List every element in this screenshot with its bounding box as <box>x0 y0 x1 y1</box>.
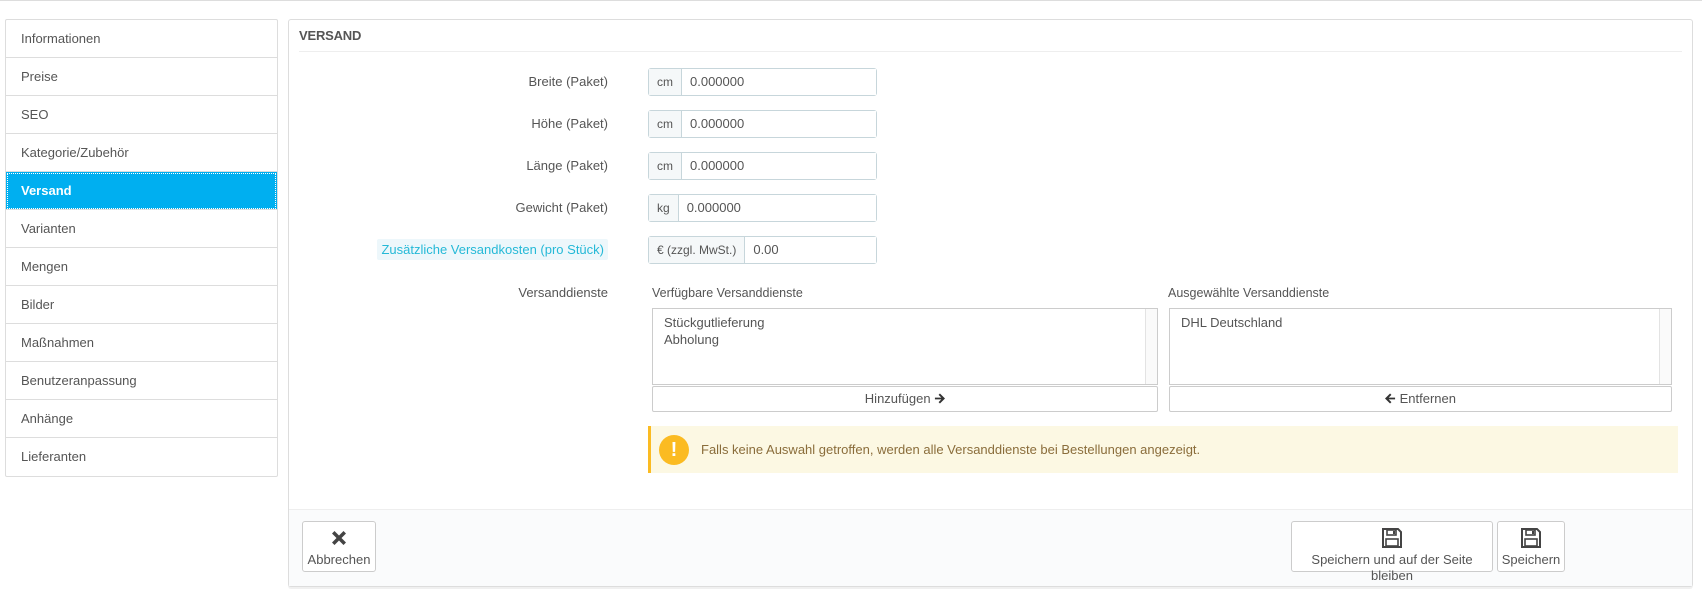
sidebar-item-anhaenge[interactable]: Anhänge <box>6 400 277 438</box>
sidebar-item-versand[interactable]: Versand <box>6 172 277 210</box>
sidebar-item-massnahmen[interactable]: Maßnahmen <box>6 324 277 362</box>
panel-footer: Abbrechen Speichern und auf der Seite bl… <box>289 509 1692 586</box>
depth-unit: cm <box>649 153 682 179</box>
cancel-button[interactable]: Abbrechen <box>302 521 376 572</box>
save-and-stay-label: Speichern und auf der Seite bleiben <box>1311 552 1473 583</box>
remove-carrier-label: Entfernen <box>1399 391 1456 406</box>
cancel-label: Abbrechen <box>307 552 371 567</box>
list-item[interactable]: DHL Deutschland <box>1170 314 1671 331</box>
extra-cost-input-group: € (zzgl. MwSt.) <box>648 236 877 264</box>
height-input[interactable] <box>682 111 876 137</box>
available-carriers-list[interactable]: Stückgutlieferung Abholung <box>652 308 1158 385</box>
selected-carriers-title: Ausgewählte Versanddienste <box>1168 286 1330 300</box>
add-carrier-label: Hinzufügen <box>864 391 931 406</box>
width-input[interactable] <box>682 69 876 95</box>
width-unit: cm <box>649 69 682 95</box>
depth-input-group: cm <box>648 152 877 180</box>
add-carrier-button[interactable]: Hinzufügen <box>652 386 1158 412</box>
depth-label: Länge (Paket) <box>526 158 608 173</box>
width-input-group: cm <box>648 68 877 96</box>
weight-input-group: kg <box>648 194 877 222</box>
scrollbar[interactable] <box>1145 309 1157 384</box>
sidebar-item-benutzeranpassung[interactable]: Benutzeranpassung <box>6 362 277 400</box>
arrow-right-icon <box>935 393 946 404</box>
save-and-stay-button[interactable]: Speichern und auf der Seite bleiben <box>1291 521 1493 583</box>
save-icon <box>1382 528 1402 548</box>
save-icon <box>1521 528 1541 548</box>
save-label: Speichern <box>1501 552 1561 567</box>
warning-icon: ! <box>659 434 689 465</box>
list-item[interactable]: Abholung <box>653 331 1157 348</box>
warning-alert: ! Falls keine Auswahl getroffen, werden … <box>648 426 1678 473</box>
sidebar-item-seo[interactable]: SEO <box>6 96 277 134</box>
available-carriers-title: Verfügbare Versanddienste <box>652 286 803 300</box>
remove-carrier-button[interactable]: Entfernen <box>1169 386 1672 412</box>
depth-input[interactable] <box>682 153 876 179</box>
sidebar-item-preise[interactable]: Preise <box>6 58 277 96</box>
width-row: Breite (Paket) cm <box>289 68 1692 96</box>
product-tabs-sidebar: Informationen Preise SEO Kategorie/Zubeh… <box>5 19 278 477</box>
panel-title: VERSAND <box>299 20 1682 52</box>
top-border <box>0 0 1702 1</box>
extra-cost-label-text: Zusätzliche Versandkosten (pro Stück) <box>377 239 608 260</box>
sidebar-item-kategorie[interactable]: Kategorie/Zubehör <box>6 134 277 172</box>
extra-cost-label[interactable]: Zusätzliche Versandkosten (pro Stück) <box>288 236 608 264</box>
weight-label: Gewicht (Paket) <box>515 200 608 215</box>
list-item[interactable]: Stückgutlieferung <box>653 314 1157 331</box>
height-label: Höhe (Paket) <box>531 116 608 131</box>
carriers-label: Versanddienste <box>518 285 608 300</box>
sidebar-item-informationen[interactable]: Informationen <box>6 20 277 58</box>
width-label: Breite (Paket) <box>528 74 608 89</box>
weight-input[interactable] <box>678 195 876 221</box>
extra-cost-unit: € (zzgl. MwSt.) <box>649 237 746 263</box>
sidebar-item-varianten[interactable]: Varianten <box>6 210 277 248</box>
height-input-group: cm <box>648 110 877 138</box>
extra-cost-row: Zusätzliche Versandkosten (pro Stück) € … <box>289 236 1692 264</box>
sidebar-item-mengen[interactable]: Mengen <box>6 248 277 286</box>
close-icon <box>332 531 346 545</box>
selected-carriers-list[interactable]: DHL Deutschland <box>1169 308 1672 385</box>
sidebar-item-bilder[interactable]: Bilder <box>6 286 277 324</box>
weight-unit: kg <box>649 195 679 221</box>
warning-text: Falls keine Auswahl getroffen, werden al… <box>701 442 1201 457</box>
extra-cost-input[interactable] <box>745 237 876 263</box>
height-row: Höhe (Paket) cm <box>289 110 1692 138</box>
depth-row: Länge (Paket) cm <box>289 152 1692 180</box>
sidebar-item-lieferanten[interactable]: Lieferanten <box>6 438 277 476</box>
weight-row: Gewicht (Paket) kg <box>289 194 1692 222</box>
arrow-left-icon <box>1385 393 1396 404</box>
shipping-panel: VERSAND Breite (Paket) cm Höhe (Paket) c… <box>288 19 1693 587</box>
scrollbar[interactable] <box>1659 309 1671 384</box>
save-button[interactable]: Speichern <box>1497 521 1565 572</box>
height-unit: cm <box>649 111 682 137</box>
